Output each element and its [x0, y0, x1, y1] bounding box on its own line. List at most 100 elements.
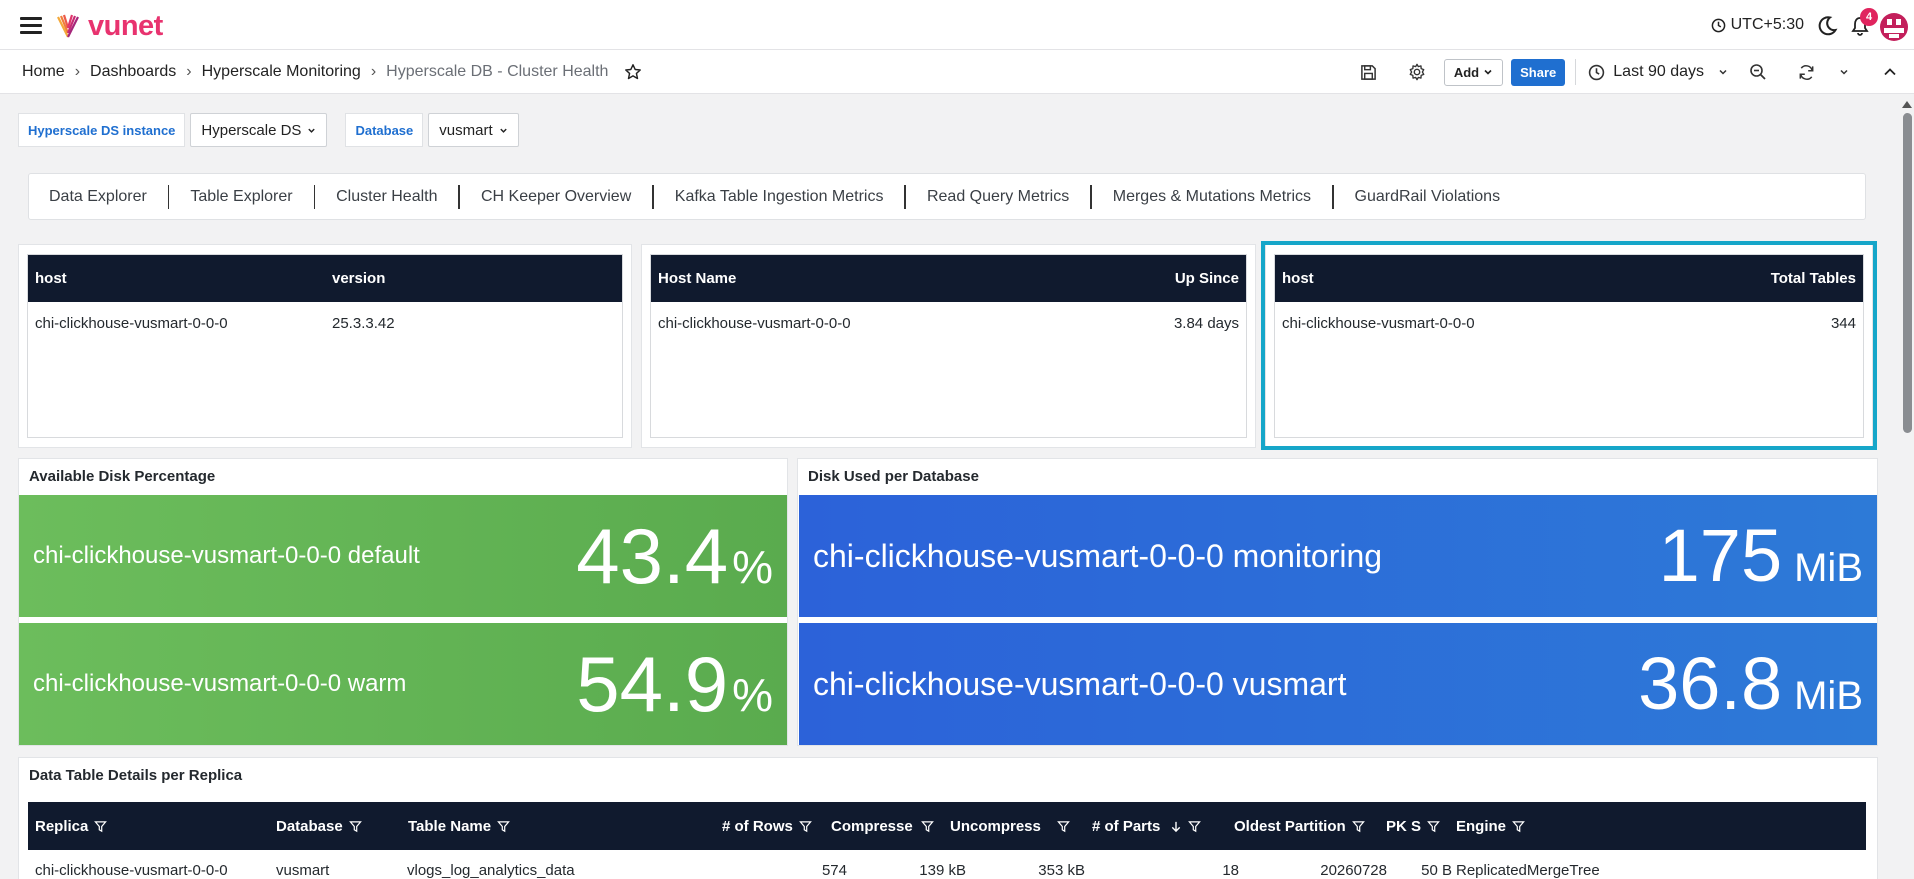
filter-icon[interactable]: [921, 820, 934, 833]
tab-read-query-metrics[interactable]: Read Query Metrics: [927, 188, 1069, 206]
refresh-interval-chevron-icon[interactable]: [1832, 60, 1856, 84]
sort-descending-icon[interactable]: [1170, 820, 1182, 833]
tab-ch-keeper-overview[interactable]: CH Keeper Overview: [481, 188, 631, 206]
dashboard-variables: Hyperscale DS instance Hyperscale DS Dat…: [18, 113, 519, 147]
zoom-out-icon[interactable]: [1746, 60, 1770, 84]
chevron-down-icon: [1719, 69, 1727, 75]
filter-icon[interactable]: [1351, 820, 1365, 833]
settings-gear-icon[interactable]: [1405, 60, 1429, 84]
notification-count-badge: 4: [1860, 8, 1878, 26]
filter-icon[interactable]: [1427, 820, 1440, 833]
stat-unit: %: [732, 669, 773, 721]
filter-icon[interactable]: [798, 820, 812, 833]
breadcrumb-dashboards[interactable]: Dashboards: [90, 63, 176, 81]
stat-unit: %: [732, 541, 773, 593]
stat-available-disk-warm: chi-clickhouse-vusmart-0-0-0 warm 54.9%: [19, 623, 787, 745]
breadcrumb-home[interactable]: Home: [22, 63, 65, 81]
dark-mode-icon[interactable]: [1816, 15, 1838, 37]
tab-guardrail-violations[interactable]: GuardRail Violations: [1355, 188, 1501, 206]
tab-divider: [167, 184, 170, 209]
dashboard-toolbar: Add Share Last 90 days: [1357, 50, 1914, 94]
column-header-up-since[interactable]: Up Since: [1175, 270, 1239, 287]
tab-merges-mutations-metrics[interactable]: Merges & Mutations Metrics: [1113, 188, 1311, 206]
chevron-down-icon: [308, 128, 316, 133]
add-button-label: Add: [1453, 64, 1480, 80]
column-header-database[interactable]: Database: [276, 802, 396, 850]
filter-icon[interactable]: [94, 820, 108, 833]
database-value: vusmart: [439, 121, 493, 139]
column-header-version[interactable]: version: [332, 270, 385, 287]
avatar-pattern-icon: [1884, 19, 1904, 38]
column-header-label: Uncompress: [950, 817, 1041, 835]
stat-label: chi-clickhouse-vusmart-0-0-0 default: [33, 542, 420, 569]
database-select[interactable]: vusmart: [428, 113, 519, 147]
collapse-chevron-up-icon[interactable]: [1878, 60, 1902, 84]
save-icon[interactable]: [1357, 60, 1381, 84]
cell-oldest-partition: 20260728: [1320, 862, 1387, 879]
panel-title: Data Table Details per Replica: [29, 767, 243, 784]
column-header-table-name[interactable]: Table Name: [408, 802, 708, 850]
tab-kafka-table-ingestion-metrics[interactable]: Kafka Table Ingestion Metrics: [675, 188, 884, 206]
favorite-star-icon[interactable]: [624, 63, 642, 81]
variable-label-database: Database: [345, 113, 424, 147]
scroll-up-arrow-icon[interactable]: [1902, 101, 1912, 108]
column-header-host[interactable]: host: [35, 270, 332, 287]
cell-compressed: 139 kB: [919, 862, 966, 879]
filter-icon[interactable]: [1512, 820, 1525, 833]
scrollbar-thumb[interactable]: [1903, 113, 1912, 433]
stat-value-group: 175 MiB: [1659, 519, 1863, 593]
clock-icon: [1711, 18, 1725, 32]
breadcrumb-current-dashboard: Hyperscale DB - Cluster Health: [386, 63, 609, 80]
tab-data-explorer[interactable]: Data Explorer: [49, 188, 147, 206]
column-header-compressed[interactable]: Compresse: [831, 802, 945, 850]
column-header-uncompressed[interactable]: Uncompress: [950, 802, 1080, 850]
column-header-rows[interactable]: # of Rows: [722, 802, 818, 850]
timezone-indicator[interactable]: UTC+5:30: [1711, 16, 1804, 34]
breadcrumb-separator: ›: [186, 63, 192, 80]
vunet-logo-icon: [57, 14, 79, 38]
vunet-logo[interactable]: vunet: [56, 12, 163, 41]
tab-cluster-health[interactable]: Cluster Health: [336, 188, 437, 206]
column-header-host-name[interactable]: Host Name: [658, 270, 736, 287]
breadcrumb-hyperscale-monitoring[interactable]: Hyperscale Monitoring: [202, 63, 361, 81]
cell-database: vusmart: [276, 862, 330, 879]
refresh-icon[interactable]: [1794, 60, 1818, 84]
stat-disk-used-vusmart: chi-clickhouse-vusmart-0-0-0 vusmart 36.…: [799, 623, 1877, 745]
column-header-oldest-partition[interactable]: Oldest Partition: [1234, 802, 1390, 850]
column-header-engine[interactable]: Engine: [1456, 802, 1656, 850]
table-row: chi-clickhouse-vusmart-0-0-0 3.84 days: [651, 302, 1246, 345]
column-header-replica[interactable]: Replica: [35, 802, 265, 850]
filter-icon[interactable]: [1057, 820, 1070, 833]
breadcrumb-separator: ›: [74, 63, 81, 80]
column-header-parts[interactable]: # of Parts: [1092, 802, 1232, 850]
column-header-label: Engine: [1456, 817, 1507, 835]
menu-icon[interactable]: [20, 17, 42, 34]
uptime-panel: Host Name Up Since chi-clickhouse-vusmar…: [641, 244, 1256, 448]
ds-instance-select[interactable]: Hyperscale DS: [190, 113, 328, 147]
cell-parts: 18: [1222, 862, 1239, 879]
cell-replica: chi-clickhouse-vusmart-0-0-0: [35, 862, 228, 879]
tab-divider: [313, 184, 316, 209]
stat-value-group: 43.4%: [576, 517, 773, 595]
column-header-pk-size[interactable]: PK S: [1386, 802, 1452, 850]
ds-instance-value: Hyperscale DS: [201, 121, 302, 139]
tab-table-explorer[interactable]: Table Explorer: [190, 188, 292, 206]
user-avatar[interactable]: [1880, 13, 1908, 41]
tab-divider: [1090, 184, 1092, 209]
filter-icon[interactable]: [348, 820, 362, 833]
breadcrumb-separator: ›: [370, 63, 377, 80]
column-header-label: # of Rows: [722, 817, 793, 835]
share-button[interactable]: Share: [1511, 58, 1566, 86]
column-header-label: Database: [276, 817, 343, 835]
page-scrollbar[interactable]: [1900, 95, 1914, 879]
table-row: chi-clickhouse-vusmart-0-0-0 25.3.3.42: [28, 302, 622, 345]
column-header-label: # of Parts: [1092, 817, 1161, 835]
tab-divider: [652, 184, 654, 209]
table-row[interactable]: chi-clickhouse-vusmart-0-0-0 vusmart vlo…: [28, 850, 1866, 879]
time-range-picker[interactable]: Last 90 days: [1588, 63, 1728, 81]
add-panel-button[interactable]: Add: [1443, 58, 1504, 86]
filter-icon[interactable]: [1188, 820, 1202, 833]
filter-icon[interactable]: [497, 820, 510, 833]
stat-unit: MiB: [1794, 546, 1863, 590]
toolbar-divider: [1575, 59, 1577, 85]
